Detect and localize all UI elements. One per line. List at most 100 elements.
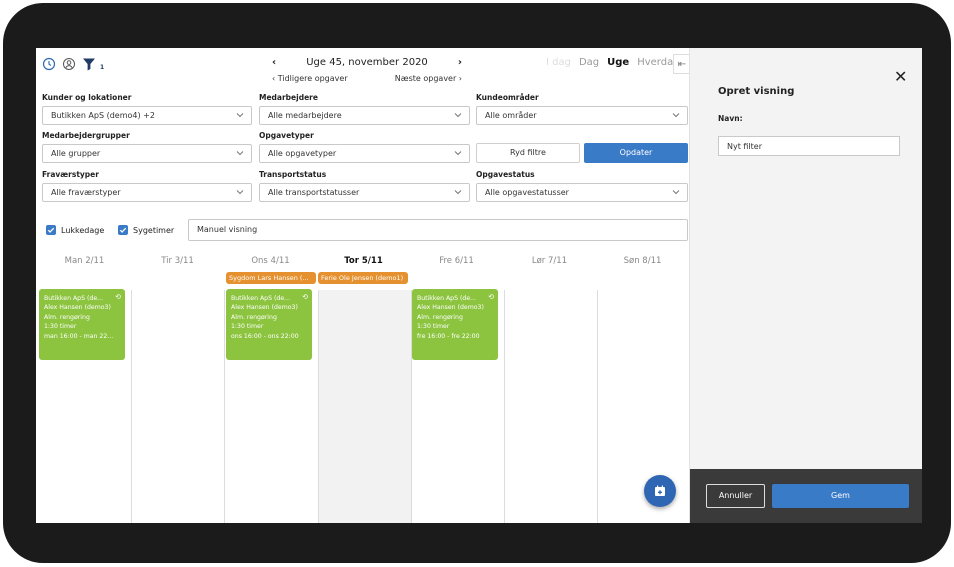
clock-icon[interactable] [42, 57, 56, 71]
lukkedage-checkbox[interactable]: Lukkedage [46, 225, 104, 235]
event-duration: 1:30 timer [417, 323, 450, 331]
event-duration: 1:30 timer [231, 323, 264, 331]
task-navigation: ‹ Tidligere opgaver Næste opgaver › [272, 74, 462, 83]
collapse-arrow-icon: ⇤ [677, 58, 687, 70]
opgavestatus-value: Alle opgavestatusser [485, 188, 569, 197]
opgavetyper-value: Alle opgavetyper [268, 149, 337, 158]
event-card-mon[interactable]: ⟲ Butikken ApS (de... Alex Hansen (demo3… [39, 289, 125, 360]
top-toolbar: 1 [42, 56, 104, 71]
week-title: Uge 45, november 2020 [306, 57, 428, 68]
name-input[interactable]: Nyt filter [718, 136, 900, 156]
event-customer: Butikken ApS (de... [44, 295, 104, 302]
absence-vacation[interactable]: Ferie Ole Jensen (demo1) [318, 272, 408, 284]
repeat-icon: ⟲ [488, 293, 494, 301]
transportstatus-label: Transportstatus [259, 170, 327, 179]
view-day[interactable]: Dag [579, 57, 599, 68]
collapse-panel-button[interactable]: ⇤ [673, 54, 690, 74]
chevron-down-icon [236, 190, 244, 195]
chevron-down-icon [236, 151, 244, 156]
sygetimer-checkbox[interactable]: Sygetimer [118, 225, 174, 235]
opgavestatus-label: Opgavestatus [476, 170, 535, 179]
view-switcher: I dag Dag Uge Hverdag [546, 57, 680, 68]
transportstatus-select[interactable]: Alle transportstatusser [259, 183, 470, 202]
name-label: Navn: [718, 114, 743, 123]
column-divider [597, 290, 598, 523]
week-navigation: ‹ Uge 45, november 2020 › [272, 57, 462, 68]
filter-count-badge: 1 [100, 64, 105, 71]
filter-icon[interactable] [82, 57, 96, 71]
kunder-select[interactable]: Butikken ApS (demo4) +2 [42, 106, 252, 125]
day-header-fri: Fre 6/11 [439, 256, 474, 266]
medarbejdere-select[interactable]: Alle medarbejdere [259, 106, 470, 125]
event-card-fri[interactable]: ⟲ Butikken ApS (de... Alex Hansen (demo3… [412, 289, 498, 360]
device-frame: 1 ‹ Uge 45, november 2020 › ‹ Tidligere … [3, 3, 951, 563]
event-task: Alm. rengøring [44, 313, 90, 321]
panel-footer: Annuller Gem [690, 469, 922, 523]
column-divider [318, 290, 319, 523]
kunder-label: Kunder og lokationer [42, 93, 132, 102]
medarbejdergrupper-label: Medarbejdergrupper [42, 131, 130, 140]
save-button[interactable]: Gem [772, 484, 909, 508]
today-column [318, 290, 411, 523]
fravaerstyper-select[interactable]: Alle fraværstyper [42, 183, 252, 202]
clear-filters-button[interactable]: Ryd filtre [476, 143, 580, 163]
lukkedage-label: Lukkedage [61, 225, 105, 235]
app-screen: 1 ‹ Uge 45, november 2020 › ‹ Tidligere … [36, 48, 922, 523]
user-icon[interactable] [62, 57, 76, 71]
panel-title: Opret visning [718, 86, 795, 97]
create-view-panel: ✕ Opret visning Navn: Nyt filter Annulle… [689, 48, 922, 523]
medarbejdergrupper-value: Alle grupper [51, 149, 101, 158]
chevron-down-icon [454, 113, 462, 118]
repeat-icon: ⟲ [302, 293, 308, 301]
add-task-button[interactable] [644, 475, 676, 507]
event-time: man 16:00 - man 22... [44, 332, 114, 340]
day-header-tue: Tir 3/11 [161, 256, 194, 266]
fravaerstyper-value: Alle fraværstyper [51, 188, 121, 197]
view-today[interactable]: I dag [546, 57, 571, 68]
view-name-field[interactable]: Manuel visning [188, 219, 688, 241]
chevron-down-icon [454, 190, 462, 195]
cancel-button[interactable]: Annuller [706, 484, 765, 508]
later-tasks-link[interactable]: Næste opgaver › [395, 74, 462, 83]
event-duration: 1:30 timer [44, 323, 77, 331]
checkmark-icon [46, 225, 56, 235]
view-week[interactable]: Uge [607, 57, 629, 68]
opgavetyper-label: Opgavetyper [259, 131, 314, 140]
day-header-sat: Lør 7/11 [531, 256, 568, 266]
absence-sick[interactable]: Sygdom Lars Hansen (... [226, 272, 316, 284]
kundeomraader-select[interactable]: Alle områder [476, 106, 688, 125]
day-header-thu: Tor 5/11 [344, 256, 383, 266]
event-task: Alm. rengøring [231, 313, 277, 321]
column-divider [224, 290, 225, 523]
kunder-value: Butikken ApS (demo4) +2 [51, 111, 155, 120]
kundeomraader-value: Alle områder [485, 111, 537, 120]
opgavetyper-select[interactable]: Alle opgavetyper [259, 144, 470, 163]
prev-week-button[interactable]: ‹ [272, 57, 276, 68]
medarbejdergrupper-select[interactable]: Alle grupper [42, 144, 252, 163]
chevron-down-icon [236, 113, 244, 118]
event-time: ons 16:00 - ons 22:00 [231, 332, 299, 340]
kundeomraader-label: Kundeområder [476, 93, 539, 102]
fravaerstyper-label: Fraværstyper [42, 170, 99, 179]
event-customer: Butikken ApS (de... [231, 295, 291, 302]
chevron-down-icon [454, 151, 462, 156]
opgavestatus-select[interactable]: Alle opgavestatusser [476, 183, 688, 202]
update-button[interactable]: Opdater [584, 143, 688, 163]
day-header-wed: Ons 4/11 [251, 256, 290, 266]
event-customer: Butikken ApS (de... [417, 295, 477, 302]
medarbejdere-label: Medarbejdere [259, 93, 318, 102]
chevron-down-icon [672, 113, 680, 118]
event-employee: Alex Hansen (demo3) [44, 304, 111, 312]
checkmark-icon [118, 225, 128, 235]
chevron-down-icon [672, 190, 680, 195]
week-calendar: Man 2/11 Tir 3/11 Ons 4/11 Tor 5/11 Fre … [36, 253, 689, 523]
event-time: fre 16:00 - fre 22:00 [417, 332, 480, 340]
earlier-tasks-link[interactable]: ‹ Tidligere opgaver [272, 74, 348, 83]
next-week-button[interactable]: › [458, 57, 462, 68]
repeat-icon: ⟲ [115, 293, 121, 301]
event-card-wed[interactable]: ⟲ Butikken ApS (de... Alex Hansen (demo3… [226, 289, 312, 360]
medarbejdere-value: Alle medarbejdere [268, 111, 342, 120]
sygetimer-label: Sygetimer [133, 225, 175, 235]
event-employee: Alex Hansen (demo3) [231, 304, 298, 312]
close-icon[interactable]: ✕ [894, 67, 907, 86]
